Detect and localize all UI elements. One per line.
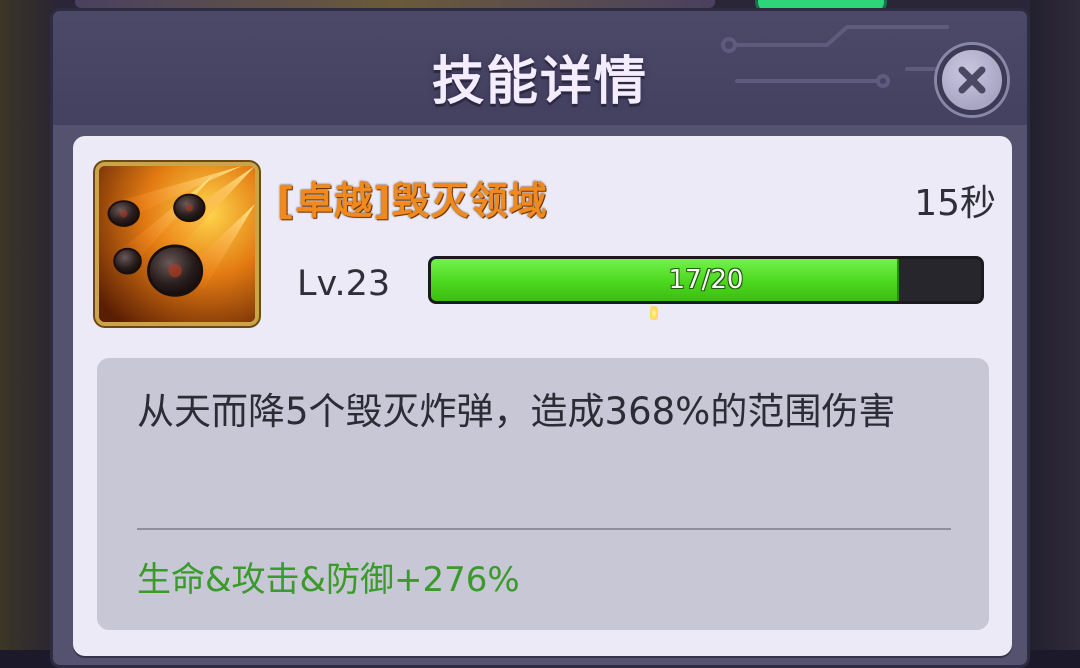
upgrade-progress-bar: 17/20 bbox=[428, 256, 984, 304]
skill-cooldown: 15秒 bbox=[914, 183, 996, 224]
backdrop-right bbox=[1030, 0, 1080, 650]
skill-level: Lv.23 bbox=[297, 264, 391, 304]
progress-label: 17/20 bbox=[668, 265, 744, 295]
dialog-title: 技能详情 bbox=[431, 52, 648, 112]
backdrop-left bbox=[0, 0, 55, 650]
divider bbox=[137, 528, 951, 530]
skill-detail-dialog: 技能详情 [卓越]毁灭领域 15秒 Lv.23 17/20 从天而降5个毁灭炸弹… bbox=[50, 8, 1030, 668]
spark-effect bbox=[650, 306, 658, 320]
skill-card: [卓越]毁灭领域 15秒 Lv.23 17/20 从天而降5个毁灭炸弹，造成36… bbox=[73, 136, 1012, 656]
meteor-bomb-icon bbox=[95, 162, 259, 326]
skill-name: [卓越]毁灭领域 bbox=[277, 179, 548, 223]
description-box: 从天而降5个毁灭炸弹，造成368%的范围伤害 生命&攻击&防御+276% bbox=[97, 358, 989, 630]
close-button[interactable] bbox=[937, 45, 1007, 115]
backdrop-top-strip bbox=[75, 0, 715, 8]
close-icon bbox=[958, 66, 986, 94]
skill-bonus: 生命&攻击&防御+276% bbox=[137, 560, 520, 600]
dialog-header: 技能详情 bbox=[53, 11, 1027, 125]
skill-description: 从天而降5个毁灭炸弹，造成368%的范围伤害 bbox=[137, 390, 896, 433]
